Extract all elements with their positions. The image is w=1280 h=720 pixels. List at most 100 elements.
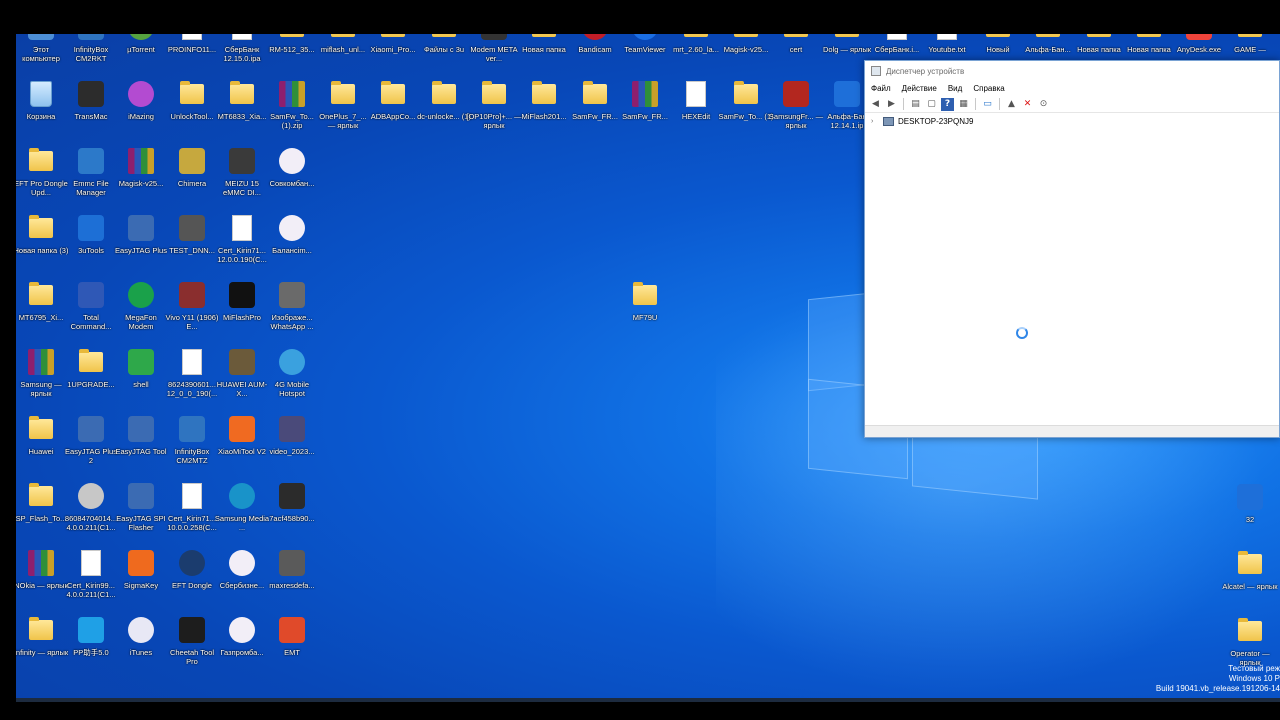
desktop-shortcut[interactable]: MiFlashPro [217,280,267,344]
desktop-shortcut[interactable]: 32 [1225,482,1275,546]
desktop-shortcut[interactable]: 1UPGRADE... [66,347,116,411]
desktop-shortcut[interactable]: EFT Dongle [167,548,217,612]
desktop-shortcut[interactable]: HEXEdit [671,79,721,143]
menu-view[interactable]: Вид [948,84,962,93]
desktop-shortcut[interactable]: Chimera [167,146,217,210]
desktop-shortcut[interactable]: Emmc File Manager [66,146,116,210]
desktop-shortcut[interactable]: 7acf458b90... [267,481,317,545]
desktop-shortcut[interactable]: UnlockTool... [167,79,217,143]
desktop-shortcut[interactable]: Vivo Y11 (1906) E... [166,280,218,344]
desktop-shortcut[interactable]: XiaoMiTool V2 [217,414,267,478]
desktop-shortcut[interactable]: Файлы с 3u [419,34,469,76]
desktop-shortcut[interactable]: Новая папка [519,34,569,76]
desktop-shortcut[interactable]: ADBAppCo... [368,79,418,143]
desktop-shortcut[interactable]: SamFw_FR... [620,79,670,143]
desktop-shortcut[interactable]: SigmaKey [116,548,166,612]
desktop-shortcut[interactable]: InfinityBox CM2MTZ [167,414,217,478]
desktop-shortcut[interactable]: EasyJTAG Plus [115,213,167,277]
uninstall-device-icon[interactable]: ✕ [1021,98,1034,111]
tree-root-row[interactable]: › DESKTOP-23PQNJ9 [871,117,1273,126]
desktop-shortcut[interactable]: OnePlus_7_... — ярлык [318,79,368,143]
back-arrow-icon[interactable]: ◀ [869,98,882,111]
update-driver-icon[interactable]: ▲ [1005,98,1018,111]
properties-icon[interactable]: ▤ [909,98,922,111]
device-manager-titlebar[interactable]: Диспетчер устройств [865,61,1279,81]
desktop-shortcut[interactable]: 3uTools [66,213,116,277]
desktop-shortcut[interactable]: EasyJTAG Plus 2 [65,414,117,478]
desktop-shortcut[interactable]: [OP10Pro]+... — ярлык [466,79,522,143]
menu-file[interactable]: Файл [871,84,891,93]
desktop-shortcut[interactable]: Этот компьютер [16,34,66,76]
desktop-shortcut[interactable]: СберБанк 12.15.0.ipa [217,34,267,76]
desktop-shortcut[interactable]: Total Command... [66,280,116,344]
desktop-shortcut[interactable]: 86084704014... 4.0.0.211(C1... [65,481,117,545]
driver-properties-icon[interactable]: ▦ [957,98,970,111]
menu-help[interactable]: Справка [973,84,1004,93]
desktop-shortcut[interactable]: 8624390601... 12_0_0_190(... [167,347,217,411]
desktop-shortcut[interactable]: MT6795_Xi... [16,280,66,344]
show-hide-tree-icon[interactable]: ▢ [925,98,938,111]
desktop-shortcut[interactable]: µTorrent [116,34,166,76]
desktop-shortcut[interactable]: Bandicam [570,34,620,76]
desktop-shortcut[interactable]: HUAWEI AUM-X... [217,347,267,411]
expand-chevron-icon[interactable]: › [871,118,879,125]
desktop-shortcut[interactable]: Сбербизне... [217,548,267,612]
desktop-shortcut[interactable]: Samsung Media ... [215,481,269,545]
desktop-shortcut[interactable]: Cert_Kirin99... 4.0.0.211(C1... [66,548,116,612]
desktop-shortcut[interactable]: MT6833_Xia... [217,79,267,143]
desktop-shortcut[interactable]: Корзина [16,79,66,143]
desktop-shortcut[interactable]: Cert_Kirin71... 12.0.0.190(C... [217,213,267,277]
desktop-shortcut[interactable]: SamFw_FR... [570,79,620,143]
desktop-shortcut[interactable]: Magisk-v25... [721,34,771,76]
desktop-shortcut[interactable]: NOkia — ярлык [16,548,68,612]
desktop-shortcut[interactable]: Magisk-v25... [116,146,166,210]
desktop-shortcut[interactable]: Изображе... WhatsApp ... [267,280,317,344]
desktop-shortcut[interactable]: RM-512_35... [267,34,317,76]
desktop-shortcut[interactable]: Cheetah Tool Pro [167,615,217,679]
menu-action[interactable]: Действие [902,84,937,93]
desktop-shortcut[interactable]: MegaFon Modem [116,280,166,344]
desktop-shortcut[interactable]: Совкомбан... [267,146,317,210]
desktop-shortcut[interactable]: Cert_Kirin71... 10.0.0.258(C... [167,481,217,545]
desktop-shortcut[interactable]: Газпромба... [217,615,267,679]
desktop-shortcut[interactable]: PROINFO11... [167,34,217,76]
desktop-shortcut[interactable]: mrt_2.60_la... [671,34,721,76]
desktop-shortcut[interactable]: Alcatel — ярлык [1222,549,1278,613]
desktop-shortcut[interactable]: Xiaomi_Pro... [368,34,418,76]
desktop-shortcut[interactable]: MF79U [620,280,670,344]
desktop-shortcut[interactable]: SamFw_To... (1).zip [267,79,317,143]
desktop-shortcut[interactable]: InfinityBox CM2RKT [66,34,116,76]
desktop-shortcut[interactable]: iMazing [116,79,166,143]
desktop-shortcut[interactable]: EasyJTAG Tool [116,414,167,478]
desktop-shortcut[interactable]: dc-unlocke... (1) [417,79,471,143]
desktop-shortcut[interactable]: Samsung — ярлык [16,347,66,411]
scan-hardware-icon[interactable]: ▭ [981,98,994,111]
desktop-shortcut[interactable]: MiFlash201... [519,79,569,143]
desktop-shortcut[interactable]: EFT Pro Dongle Upd... [16,146,68,210]
desktop-shortcut[interactable]: TEST_DNN... [167,213,217,277]
desktop-shortcut[interactable]: 4G Mobile Hotspot [267,347,317,411]
desktop-shortcut[interactable]: Новая папка (3) [16,213,68,277]
desktop-shortcut[interactable]: EasyJTAG SPI Flasher [116,481,166,545]
help-icon[interactable]: ? [941,97,954,111]
download-icon[interactable]: ⊙ [1037,98,1050,111]
desktop-shortcut[interactable]: TeamViewer [620,34,670,76]
forward-arrow-icon[interactable]: ▶ [885,98,898,111]
device-manager-window[interactable]: Диспетчер устройств Файл Действие Вид Сп… [864,60,1280,438]
desktop-shortcut[interactable]: video_2023... [267,414,317,478]
desktop-shortcut[interactable]: shell [116,347,166,411]
desktop-shortcut[interactable]: MEIZU 15 eMMC DI... [217,146,267,210]
desktop-shortcut[interactable]: Infinity — ярлык [16,615,68,679]
taskbar[interactable] [16,698,1280,702]
desktop-shortcut[interactable]: maxresdefa... [267,548,317,612]
desktop-shortcut[interactable]: SamFw_To... (1) [718,79,774,143]
desktop-shortcut[interactable]: miflash_unl... [318,34,368,76]
desktop-shortcut[interactable]: PP助手5.0 [66,615,116,679]
desktop-shortcut[interactable]: SamsungFr... — ярлык [769,79,823,143]
desktop-shortcut[interactable]: iTunes [116,615,166,679]
desktop-shortcut[interactable]: cert [771,34,821,76]
desktop-shortcut[interactable]: Huawei [16,414,66,478]
desktop-shortcut[interactable]: TransMac [66,79,116,143]
desktop-shortcut[interactable]: Modem META ver... [469,34,519,76]
desktop-shortcut[interactable]: Балансim... [267,213,317,277]
